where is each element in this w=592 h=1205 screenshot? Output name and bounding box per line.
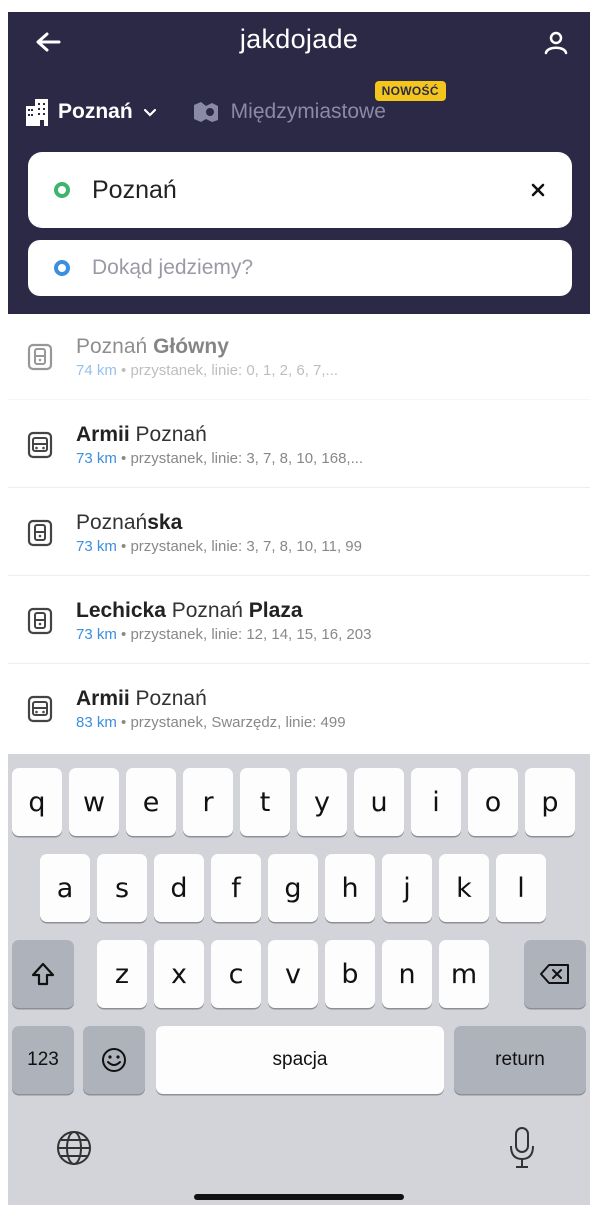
emoji-key[interactable] <box>83 1026 145 1094</box>
key-v[interactable]: v <box>268 940 318 1008</box>
key-e[interactable]: e <box>126 768 176 836</box>
on-screen-keyboard: q w e r t y u i o p a s d f g h j k l z … <box>8 754 590 1205</box>
profile-button[interactable] <box>540 26 572 58</box>
intercity-tab[interactable]: Międzymiastowe NOWOŚĆ <box>191 81 446 125</box>
shift-key[interactable] <box>12 940 74 1008</box>
city-mode-row: Poznań Międzymiastowe NOWOŚĆ <box>24 81 446 130</box>
key-t[interactable]: t <box>240 768 290 836</box>
key-n[interactable]: n <box>382 940 432 1008</box>
tram-stop-icon <box>26 519 54 547</box>
key-m[interactable]: m <box>439 940 489 1008</box>
key-s[interactable]: s <box>97 854 147 922</box>
new-badge: NOWOŚĆ <box>374 81 446 101</box>
city-label: Poznań <box>58 100 133 123</box>
intercity-label: Międzymiastowe <box>230 100 386 123</box>
list-item[interactable]: Armii Poznań 83 km • przystanek, Swarzęd… <box>8 666 590 752</box>
globe-button[interactable] <box>50 1124 98 1172</box>
key-r[interactable]: r <box>183 768 233 836</box>
list-item[interactable]: Poznań Główny 74 km • przystanek, linie:… <box>8 314 590 400</box>
key-c[interactable]: c <box>211 940 261 1008</box>
result-title: Armii Poznań <box>76 422 207 446</box>
list-item[interactable]: Armii Poznań 73 km • przystanek, linie: … <box>8 402 590 488</box>
backspace-icon <box>540 964 569 984</box>
result-details: 73 km • przystanek, linie: 3, 7, 8, 10, … <box>76 449 364 467</box>
backspace-key[interactable] <box>524 940 586 1008</box>
key-g[interactable]: g <box>268 854 318 922</box>
key-o[interactable]: o <box>468 768 518 836</box>
key-k[interactable]: k <box>439 854 489 922</box>
list-item[interactable]: Poznańska 73 km • przystanek, linie: 3, … <box>8 490 590 576</box>
return-key[interactable]: return <box>454 1026 586 1094</box>
key-l[interactable]: l <box>496 854 546 922</box>
chevron-down-icon <box>143 107 157 117</box>
destination-dot-icon <box>54 260 70 276</box>
key-z[interactable]: z <box>97 940 147 1008</box>
bus-stop-icon <box>26 431 54 459</box>
app-frame: jakdojade Poznań Międzymiastowe NOWOŚĆ P… <box>8 12 590 1205</box>
origin-dot-icon <box>54 182 70 198</box>
microphone-icon <box>510 1127 534 1168</box>
user-icon <box>544 31 568 55</box>
key-j[interactable]: j <box>382 854 432 922</box>
city-selector[interactable]: Poznań <box>24 97 157 127</box>
tram-stop-icon <box>26 343 54 371</box>
result-details: 83 km • przystanek, Swarzędz, linie: 499 <box>76 714 346 731</box>
result-title: Poznańska <box>76 510 183 534</box>
key-b[interactable]: b <box>325 940 375 1008</box>
home-indicator <box>194 1194 404 1200</box>
clear-origin-button[interactable] <box>518 170 558 210</box>
origin-field[interactable]: Poznań <box>28 152 572 228</box>
result-details: 74 km • przystanek, linie: 0, 1, 2, 6, 7… <box>76 361 339 379</box>
app-title: jakdojade <box>239 24 359 54</box>
destination-input[interactable] <box>92 256 572 280</box>
key-d[interactable]: d <box>154 854 204 922</box>
key-f[interactable]: f <box>211 854 261 922</box>
key-y[interactable]: y <box>297 768 347 836</box>
key-p[interactable]: p <box>525 768 575 836</box>
destination-field[interactable] <box>28 240 572 296</box>
key-a[interactable]: a <box>40 854 90 922</box>
result-details: 73 km • przystanek, linie: 12, 14, 15, 1… <box>76 625 372 643</box>
shift-arrow-icon <box>31 962 55 986</box>
key-u[interactable]: u <box>354 768 404 836</box>
emoji-icon <box>102 1048 126 1072</box>
space-key[interactable]: spacja <box>156 1026 444 1094</box>
dictation-button[interactable] <box>502 1122 542 1174</box>
map-icon <box>193 102 218 122</box>
top-bar: jakdojade Poznań Międzymiastowe NOWOŚĆ P… <box>8 12 590 314</box>
key-h[interactable]: h <box>325 854 375 922</box>
tram-stop-icon <box>26 607 54 635</box>
result-title: Poznań Główny <box>76 334 229 358</box>
key-i[interactable]: i <box>411 768 461 836</box>
suggestions-list: Poznań Główny 74 km • przystanek, linie:… <box>8 314 590 754</box>
bus-stop-icon <box>26 695 54 723</box>
city-buildings-icon <box>26 99 48 126</box>
list-item[interactable]: Lechicka Poznań Plaza 73 km • przystanek… <box>8 578 590 664</box>
close-icon <box>531 183 545 197</box>
numbers-key[interactable]: 123 <box>12 1026 74 1094</box>
globe-icon <box>57 1131 91 1165</box>
key-q[interactable]: q <box>12 768 62 836</box>
key-w[interactable]: w <box>69 768 119 836</box>
key-x[interactable]: x <box>154 940 204 1008</box>
result-title: Lechicka Poznań Plaza <box>76 598 303 622</box>
result-title: Armii Poznań <box>76 687 207 710</box>
origin-value: Poznań <box>92 175 177 204</box>
result-details: 73 km • przystanek, linie: 3, 7, 8, 10, … <box>76 537 362 555</box>
